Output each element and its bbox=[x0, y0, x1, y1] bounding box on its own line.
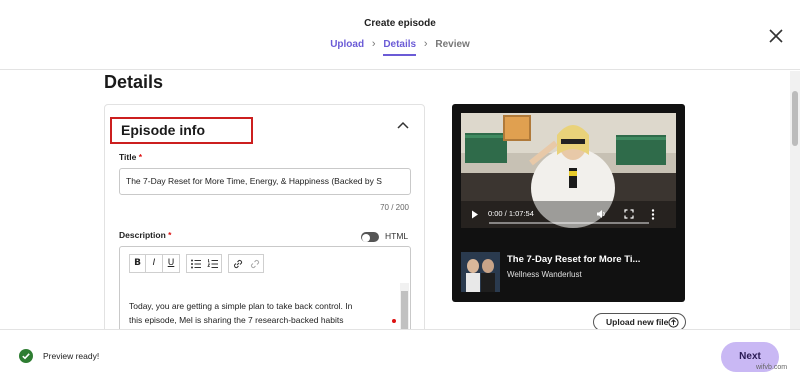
title-label: Title * bbox=[119, 152, 143, 162]
step-review[interactable]: Review bbox=[435, 39, 469, 54]
episode-thumbnail bbox=[461, 252, 500, 292]
title-char-count: 70 / 200 bbox=[380, 203, 409, 212]
description-text[interactable]: Today, you are getting a simple plan to … bbox=[129, 299, 391, 327]
top-header: Create episode Upload › Details › Review bbox=[0, 0, 800, 70]
stepper: Upload › Details › Review bbox=[0, 38, 800, 56]
numbered-list-icon[interactable] bbox=[207, 258, 219, 270]
fullscreen-icon[interactable] bbox=[624, 209, 634, 219]
toggle-knob bbox=[362, 234, 370, 242]
play-icon[interactable] bbox=[471, 210, 479, 219]
more-vertical-icon[interactable] bbox=[651, 209, 655, 220]
editor-scrollbar-thumb[interactable] bbox=[401, 291, 408, 329]
close-icon[interactable] bbox=[768, 28, 784, 44]
status-message: Preview ready! bbox=[43, 351, 100, 361]
page-title: Create episode bbox=[364, 18, 436, 29]
list-button-group bbox=[186, 254, 222, 273]
upload-icon bbox=[668, 317, 679, 328]
chevron-right-icon: › bbox=[423, 38, 428, 50]
volume-icon[interactable] bbox=[596, 209, 607, 219]
show-name: Wellness Wanderlust bbox=[507, 270, 582, 279]
video-progress-bar[interactable] bbox=[489, 222, 649, 224]
upload-button-label: Upload new file bbox=[606, 317, 669, 327]
bold-button[interactable]: B bbox=[129, 254, 146, 273]
italic-button[interactable]: I bbox=[146, 254, 163, 273]
bullet-list-icon[interactable] bbox=[190, 258, 202, 270]
link-icon[interactable] bbox=[232, 258, 244, 270]
description-label: Description * bbox=[119, 230, 172, 240]
chevron-up-icon[interactable] bbox=[396, 120, 410, 130]
watermark: wifvb.com bbox=[756, 364, 788, 371]
video-time: 0:00 / 1:07:54 bbox=[488, 209, 534, 218]
html-toggle-label: HTML bbox=[385, 231, 409, 241]
toggle-switch[interactable] bbox=[361, 232, 379, 242]
footer-bar: Preview ready! Next wifvb.com bbox=[0, 329, 800, 376]
video-preview-card: 0:00 / 1:07:54 The 7-Day Reset for More … bbox=[452, 104, 685, 302]
episode-info-title: Episode info bbox=[110, 117, 253, 144]
step-details[interactable]: Details bbox=[383, 39, 417, 56]
page-scrollbar-thumb[interactable] bbox=[792, 91, 798, 146]
details-heading: Details bbox=[104, 72, 164, 92]
step-upload[interactable]: Upload bbox=[330, 39, 364, 54]
html-toggle[interactable]: HTML bbox=[361, 231, 413, 243]
description-editor[interactable]: B I U Today, you are getting a simple pl… bbox=[119, 246, 411, 329]
check-circle-icon bbox=[19, 349, 33, 363]
episode-info-card: Episode info Title * The 7-Day Reset for… bbox=[104, 104, 425, 329]
video-player[interactable]: 0:00 / 1:07:54 bbox=[461, 113, 676, 228]
episode-preview-title: The 7-Day Reset for More Ti... bbox=[507, 254, 641, 265]
unlink-icon[interactable] bbox=[249, 258, 261, 270]
editor-scrollbar[interactable] bbox=[400, 283, 409, 329]
underline-button[interactable]: U bbox=[163, 254, 180, 273]
title-input[interactable]: The 7-Day Reset for More Time, Energy, &… bbox=[119, 168, 411, 195]
description-line: this episode, Mel is sharing the 7 resea… bbox=[129, 315, 344, 325]
page-scrollbar[interactable] bbox=[790, 71, 800, 329]
description-line: Today, you are getting a simple plan to … bbox=[129, 301, 353, 311]
spellcheck-dot bbox=[392, 319, 396, 323]
upload-new-file-button[interactable]: Upload new file bbox=[593, 313, 686, 329]
main-content: Details Episode info Title * The 7-Day R… bbox=[0, 71, 800, 329]
link-button-group bbox=[228, 254, 264, 273]
chevron-right-icon: › bbox=[371, 38, 376, 50]
